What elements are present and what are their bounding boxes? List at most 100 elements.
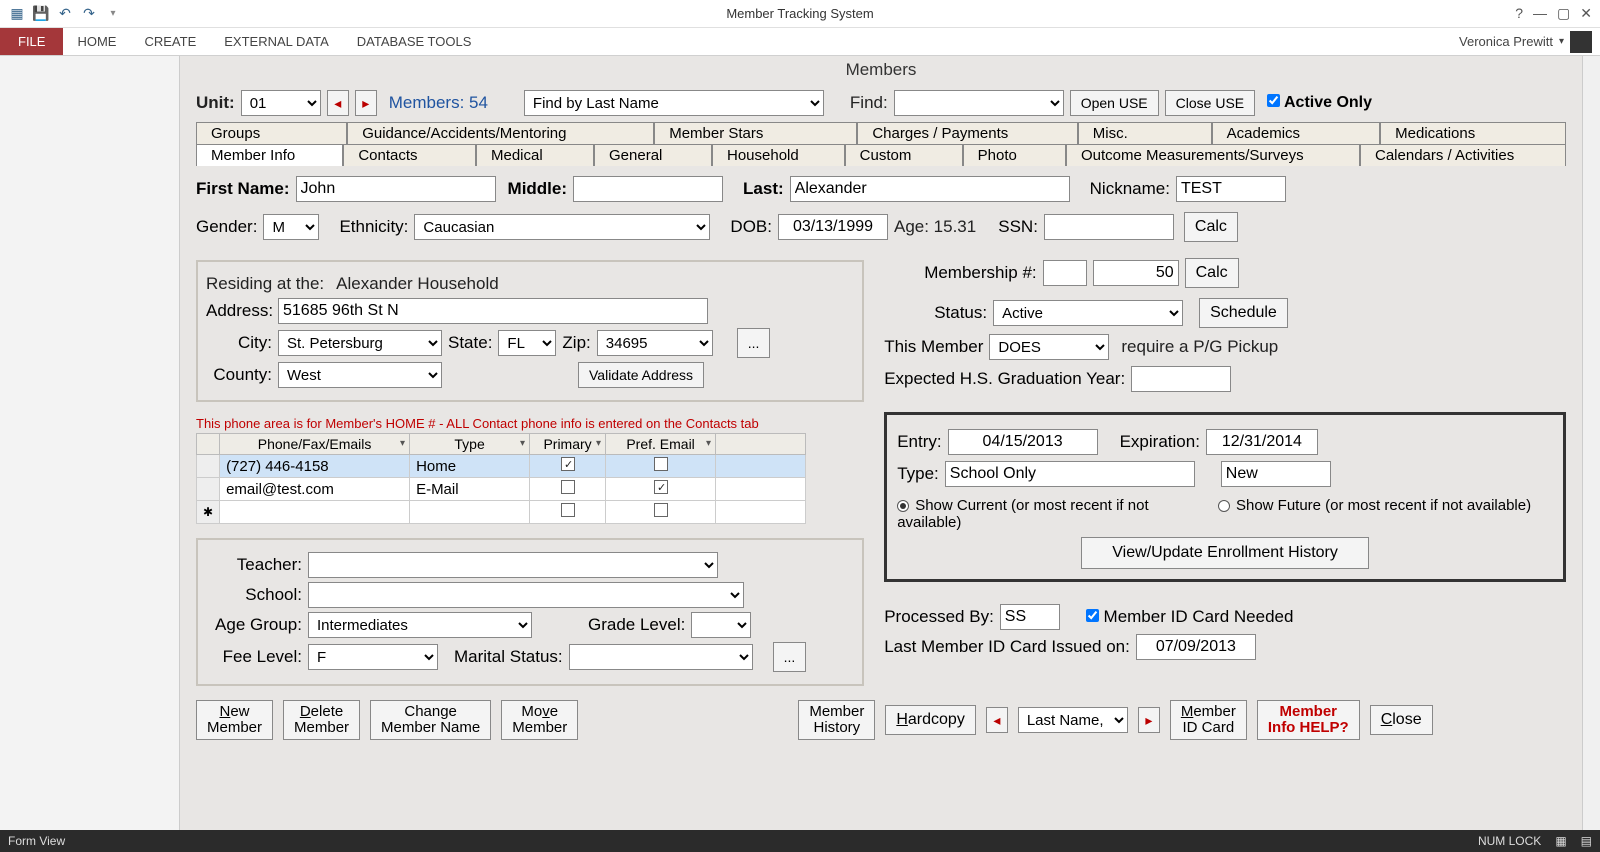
nav-next-icon[interactable]: ▸ <box>1138 707 1160 733</box>
tab-file[interactable]: FILE <box>0 28 63 55</box>
tab-charges[interactable]: Charges / Payments <box>857 122 1077 144</box>
validate-address-button[interactable]: Validate Address <box>578 362 704 388</box>
col-type[interactable]: Type <box>410 434 530 455</box>
tab-groups[interactable]: Groups <box>196 122 347 144</box>
view-icon-1[interactable]: ▦ <box>1555 834 1566 848</box>
new-member-button[interactable]: NewMember <box>196 700 273 740</box>
tab-household[interactable]: Household <box>712 144 845 166</box>
status-select[interactable]: Active <box>993 300 1183 326</box>
enrolltype-input[interactable] <box>945 461 1195 487</box>
col-primary[interactable]: Primary <box>530 434 606 455</box>
school-more-button[interactable]: ... <box>773 642 807 672</box>
expiration-input[interactable] <box>1206 429 1318 455</box>
entry-input[interactable] <box>948 429 1098 455</box>
phone-row[interactable]: (727) 446-4158Home <box>197 455 806 478</box>
member-idcard-button[interactable]: MemberID Card <box>1170 700 1247 740</box>
tab-medications[interactable]: Medications <box>1380 122 1566 144</box>
tab-contacts[interactable]: Contacts <box>343 144 476 166</box>
member-help-button[interactable]: MemberInfo HELP? <box>1257 700 1360 740</box>
findby-select[interactable]: Find by Last Name <box>524 90 824 116</box>
gradyear-input[interactable] <box>1131 366 1231 392</box>
col-prefemail[interactable]: Pref. Email <box>606 434 716 455</box>
tab-calendars[interactable]: Calendars / Activities <box>1360 144 1566 166</box>
view-icon-2[interactable]: ▤ <box>1581 834 1592 848</box>
state-select[interactable]: FL <box>498 330 556 356</box>
enrolltype2-input[interactable] <box>1221 461 1331 487</box>
show-future-radio[interactable]: Show Future (or most recent if not avail… <box>1218 497 1533 514</box>
nickname-input[interactable] <box>1176 176 1286 202</box>
col-phone[interactable]: Phone/Fax/Emails <box>220 434 410 455</box>
lastname-input[interactable] <box>790 176 1070 202</box>
processedby-input[interactable] <box>1000 604 1060 630</box>
firstname-input[interactable] <box>296 176 496 202</box>
gender-select[interactable]: M <box>263 214 319 240</box>
city-select[interactable]: St. Petersburg <box>278 330 442 356</box>
primary-checkbox[interactable] <box>561 457 575 471</box>
teacher-select[interactable] <box>308 552 718 578</box>
nav-prev-icon[interactable]: ◂ <box>986 707 1008 733</box>
close-use-button[interactable]: Close USE <box>1165 90 1255 116</box>
ethnicity-select[interactable]: Caucasian <box>414 214 710 240</box>
tab-custom[interactable]: Custom <box>845 144 963 166</box>
gradelevel-select[interactable] <box>691 612 751 638</box>
minimize-icon[interactable]: — <box>1533 5 1547 22</box>
close-button[interactable]: Close <box>1370 705 1433 735</box>
nav-select[interactable]: Last Name, F <box>1018 707 1128 733</box>
redo-icon[interactable]: ↷ <box>80 5 98 23</box>
qat-more-icon[interactable]: ▾ <box>104 5 122 23</box>
vertical-scrollbar[interactable] <box>1582 56 1600 830</box>
close-icon[interactable]: ✕ <box>1580 5 1592 22</box>
tab-create[interactable]: CREATE <box>130 28 210 55</box>
tab-home[interactable]: HOME <box>63 28 130 55</box>
change-name-button[interactable]: ChangeMember Name <box>370 700 491 740</box>
unit-prev-icon[interactable]: ◂ <box>327 90 349 116</box>
user-box[interactable]: Veronica Prewitt ▾ <box>1459 31 1600 53</box>
dob-input[interactable] <box>778 214 888 240</box>
view-enrollment-button[interactable]: View/Update Enrollment History <box>1081 537 1369 569</box>
pickup-select[interactable]: DOES <box>989 334 1109 360</box>
tab-medical[interactable]: Medical <box>476 144 594 166</box>
calc-age-button[interactable]: Calc <box>1184 212 1238 242</box>
open-use-button[interactable]: Open USE <box>1070 90 1159 116</box>
school-select[interactable] <box>308 582 744 608</box>
ssn-input[interactable] <box>1044 214 1174 240</box>
membershipno1-input[interactable] <box>1043 260 1087 286</box>
calc-membership-button[interactable]: Calc <box>1185 258 1239 288</box>
address-input[interactable] <box>278 298 708 324</box>
tab-external-data[interactable]: EXTERNAL DATA <box>210 28 343 55</box>
move-member-button[interactable]: MoveMember <box>501 700 578 740</box>
member-history-button[interactable]: MemberHistory <box>798 700 875 740</box>
feelevel-select[interactable]: F <box>308 644 438 670</box>
phone-grid[interactable]: Phone/Fax/Emails Type Primary Pref. Emai… <box>196 433 806 524</box>
county-select[interactable]: West <box>278 362 442 388</box>
phone-row[interactable]: email@test.comE-Mail <box>197 478 806 501</box>
zip-select[interactable]: 34695 <box>597 330 713 356</box>
unit-next-icon[interactable]: ▸ <box>355 90 377 116</box>
middle-input[interactable] <box>573 176 723 202</box>
undo-icon[interactable]: ↶ <box>56 5 74 23</box>
tab-general[interactable]: General <box>594 144 712 166</box>
membershipno2-input[interactable] <box>1093 260 1179 286</box>
hardcopy-button[interactable]: Hardcopy <box>885 705 975 735</box>
show-current-radio[interactable]: Show Current (or most recent if not avai… <box>897 497 1212 531</box>
delete-member-button[interactable]: DeleteMember <box>283 700 360 740</box>
phone-row-new[interactable]: ✱ <box>197 501 806 524</box>
idcard-needed-checkbox[interactable]: Member ID Card Needed <box>1086 607 1294 627</box>
help-icon[interactable]: ? <box>1515 5 1523 22</box>
active-only-checkbox[interactable]: Active Only <box>1267 94 1372 112</box>
tab-guidance[interactable]: Guidance/Accidents/Mentoring <box>347 122 654 144</box>
tab-academics[interactable]: Academics <box>1212 122 1381 144</box>
agegroup-select[interactable]: Intermediates <box>308 612 532 638</box>
tab-photo[interactable]: Photo <box>963 144 1066 166</box>
prefemail-checkbox[interactable] <box>654 457 668 471</box>
tab-member-stars[interactable]: Member Stars <box>654 122 857 144</box>
save-icon[interactable]: 💾 <box>32 5 50 23</box>
tab-database-tools[interactable]: DATABASE TOOLS <box>343 28 486 55</box>
tab-misc[interactable]: Misc. <box>1078 122 1212 144</box>
address-more-button[interactable]: ... <box>737 328 771 358</box>
unit-select[interactable]: 01 <box>241 90 321 116</box>
tab-member-info[interactable]: Member Info <box>196 144 343 166</box>
restore-icon[interactable]: ▢ <box>1557 5 1570 22</box>
tab-outcome[interactable]: Outcome Measurements/Surveys <box>1066 144 1360 166</box>
lastissued-input[interactable] <box>1136 634 1256 660</box>
